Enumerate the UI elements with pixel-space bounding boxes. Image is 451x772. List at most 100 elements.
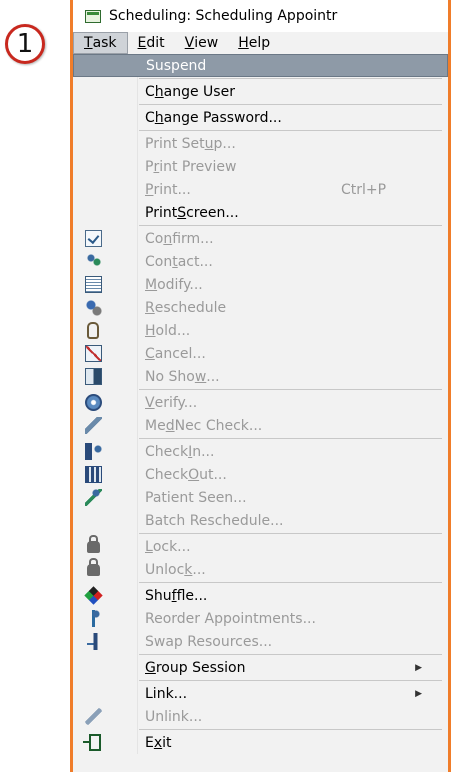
menu-item-print-setup[interactable]: Print Set u p...	[73, 132, 448, 155]
label-part: Reorder Appointments...	[145, 610, 316, 627]
label-part: ange User	[163, 83, 235, 100]
label-part: rint...	[153, 181, 191, 198]
menu-task[interactable]: Task	[73, 32, 128, 54]
menu-item-reorder-appointments[interactable]: Reorder Appointments...	[73, 607, 448, 630]
label-part: ut...	[199, 466, 227, 483]
mnemonic: h	[154, 83, 164, 100]
menu-item-unlock[interactable]: Unloc k...	[73, 558, 448, 581]
label-part: Swap Resources...	[145, 633, 273, 650]
check-in-icon	[85, 443, 102, 460]
menu-help-mnemonic: H	[238, 35, 249, 51]
menu-item-batch-reschedule[interactable]: Batch Reschedule...	[73, 509, 448, 532]
mnemonic: h	[154, 109, 164, 126]
label-part: P	[145, 158, 154, 175]
menu-item-print[interactable]: Print... Ctrl+P	[73, 178, 448, 201]
label-part: act...	[177, 253, 213, 270]
menu-item-lock[interactable]: Lock...	[73, 535, 448, 558]
menu-item-confirm[interactable]: Co n firm...	[73, 227, 448, 250]
menu-item-patient-seen[interactable]: Patient Seen...	[73, 486, 448, 509]
menu-task-mnemonic: T	[84, 35, 93, 51]
label-part: odify...	[157, 276, 203, 293]
menu-separator	[139, 533, 442, 534]
mnemonic: R	[145, 299, 155, 316]
menu-item-exit[interactable]: Ex it	[73, 731, 448, 754]
menu-item-group-session[interactable]: Group Session ▶	[73, 656, 448, 679]
menu-item-print-preview[interactable]: Pr int Preview	[73, 155, 448, 178]
mnemonic: M	[145, 276, 158, 293]
mnemonic: n	[163, 230, 173, 247]
step-callout-badge: 1	[5, 24, 45, 64]
menu-item-hold[interactable]: Hold...	[73, 319, 448, 342]
menu-item-contact[interactable]: Con t act...	[73, 250, 448, 273]
mnemonic: d	[165, 417, 175, 434]
patient-seen-icon	[85, 489, 102, 506]
exit-door-icon	[83, 734, 101, 751]
menu-item-unlink[interactable]: Unlink...	[73, 705, 448, 728]
menu-item-swap-resources[interactable]: Swap Resources...	[73, 630, 448, 653]
label-part: Me	[145, 417, 166, 434]
mnemonic: P	[145, 181, 154, 198]
label-part: Patient Seen...	[145, 489, 247, 506]
menu-item-cancel[interactable]: Cancel...	[73, 342, 448, 365]
stethoscope-icon	[85, 417, 102, 434]
menu-separator	[139, 389, 442, 390]
menu-item-check-in[interactable]: Check In...	[73, 440, 448, 463]
menu-separator	[139, 438, 442, 439]
label-part: E	[145, 734, 154, 751]
label-part: C	[145, 109, 155, 126]
menu-item-verify[interactable]: Verify...	[73, 391, 448, 414]
mnemonic: S	[177, 204, 187, 221]
menu-separator	[139, 729, 442, 730]
label-part: Co	[145, 230, 164, 247]
label-part: Con	[145, 253, 173, 270]
menu-item-shuffle[interactable]: Shu f fle...	[73, 584, 448, 607]
label-part: eschedule	[154, 299, 227, 316]
menu-item-print-screen[interactable]: Print Screen...	[73, 201, 448, 224]
label-part: ange Password...	[163, 109, 282, 126]
label-part: creen...	[186, 204, 239, 221]
menu-edit[interactable]: Edit	[128, 32, 175, 54]
menu-separator	[139, 104, 442, 105]
menu-item-change-password[interactable]: Ch ange Password...	[73, 106, 448, 129]
shortcut-label: Ctrl+P	[341, 181, 387, 198]
menu-item-check-out[interactable]: Check Out...	[73, 463, 448, 486]
modify-document-icon	[85, 276, 102, 293]
submenu-arrow-icon: ▶	[415, 662, 422, 673]
menu-bar: Task Edit View Help	[73, 32, 448, 54]
label-part: C	[145, 83, 155, 100]
menu-item-med-nec-check[interactable]: Me d Nec Check...	[73, 414, 448, 437]
label-part: int Preview	[159, 158, 237, 175]
step-callout-number: 1	[16, 29, 34, 59]
label-part: Check	[145, 466, 189, 483]
menu-item-reschedule[interactable]: Reschedule	[73, 296, 448, 319]
submenu-arrow-icon: ▶	[415, 688, 422, 699]
no-show-icon	[85, 368, 102, 385]
menu-item-suspend[interactable]: Suspend	[73, 54, 448, 77]
menu-separator	[139, 78, 442, 79]
menu-help[interactable]: Help	[228, 32, 280, 54]
check-out-icon	[85, 466, 102, 483]
label-part: Link...	[145, 685, 188, 702]
label-part: firm...	[172, 230, 214, 247]
shuffle-icon	[84, 586, 103, 605]
mnemonic: w	[194, 368, 207, 385]
label-part: Batch Reschedule...	[145, 512, 284, 529]
mnemonic: u	[204, 135, 214, 152]
menu-view[interactable]: View	[175, 32, 229, 54]
label-part: Print	[145, 204, 178, 221]
reorder-person-icon	[85, 610, 102, 627]
menu-item-no-show[interactable]: No Sho w...	[73, 365, 448, 388]
mnemonic: G	[145, 659, 156, 676]
mnemonic: V	[145, 394, 155, 411]
lock-icon	[87, 535, 100, 553]
menu-edit-label: dit	[146, 35, 165, 51]
label-part: it	[162, 734, 172, 751]
menu-item-link[interactable]: Link... ▶	[73, 682, 448, 705]
label-part: ...	[192, 561, 206, 578]
menu-item-modify[interactable]: Modify...	[73, 273, 448, 296]
menu-separator	[139, 654, 442, 655]
menu-separator	[139, 680, 442, 681]
hold-hand-icon	[87, 322, 99, 339]
menu-item-change-user[interactable]: Ch ange User	[73, 80, 448, 103]
label-part: roup Session	[155, 659, 246, 676]
